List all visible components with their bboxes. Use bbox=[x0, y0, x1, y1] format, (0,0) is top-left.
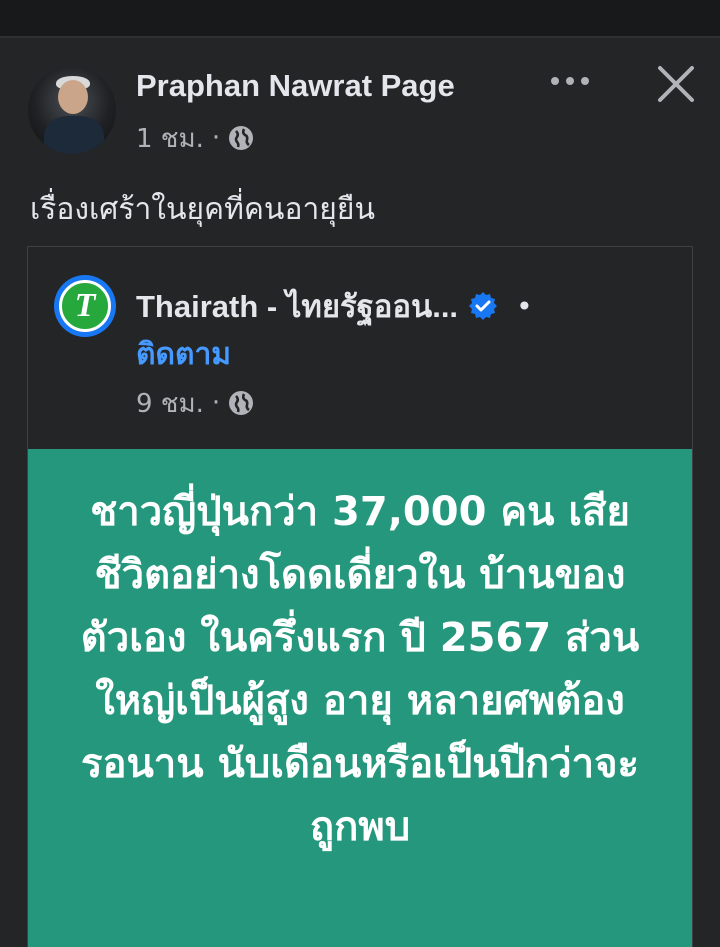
author-avatar[interactable] bbox=[28, 66, 116, 154]
page-logo-letter: T bbox=[59, 280, 111, 332]
avatar-head bbox=[58, 80, 88, 114]
close-icon[interactable] bbox=[652, 60, 700, 108]
shared-post[interactable]: T Thairath - ไทยรัฐออน... • ติดตาม 9 ชม.… bbox=[27, 246, 693, 947]
more-dot bbox=[566, 77, 574, 85]
more-options-icon[interactable] bbox=[546, 68, 594, 94]
verified-badge-icon bbox=[468, 291, 498, 321]
shared-header: Thairath - ไทยรัฐออน... • bbox=[136, 281, 533, 331]
shared-meta: 9 ชม. · bbox=[136, 387, 254, 419]
meta-separator: · bbox=[211, 123, 221, 153]
shared-page-name[interactable]: Thairath - ไทยรัฐออน... bbox=[136, 281, 458, 331]
post-time[interactable]: 1 ชม. bbox=[136, 118, 204, 159]
more-dot bbox=[551, 77, 559, 85]
post: Praphan Nawrat Page 1 ชม. · เรื่องเศร้าใ… bbox=[0, 38, 720, 947]
post-meta: 1 ชม. · bbox=[136, 122, 254, 154]
author-name[interactable]: Praphan Nawrat Page bbox=[136, 68, 455, 104]
shared-time[interactable]: 9 ชม. bbox=[136, 383, 204, 424]
top-bar bbox=[0, 0, 720, 38]
globe-icon[interactable] bbox=[228, 390, 254, 416]
page-logo[interactable]: T bbox=[54, 275, 116, 337]
headline-card[interactable]: ชาวญี่ปุ่นกว่า 37,000 คน เสียชีวิตอย่างโ… bbox=[28, 449, 692, 947]
shared-meta-separator: · bbox=[211, 388, 221, 418]
post-text: เรื่องเศร้าในยุคที่คนอายุยืน bbox=[30, 192, 375, 227]
more-dot bbox=[581, 77, 589, 85]
globe-icon[interactable] bbox=[228, 125, 254, 151]
bullet-separator: • bbox=[516, 289, 533, 323]
avatar-body bbox=[44, 116, 104, 154]
headline-text: ชาวญี่ปุ่นกว่า 37,000 คน เสียชีวิตอย่างโ… bbox=[80, 489, 640, 850]
follow-button[interactable]: ติดตาม bbox=[136, 331, 231, 378]
